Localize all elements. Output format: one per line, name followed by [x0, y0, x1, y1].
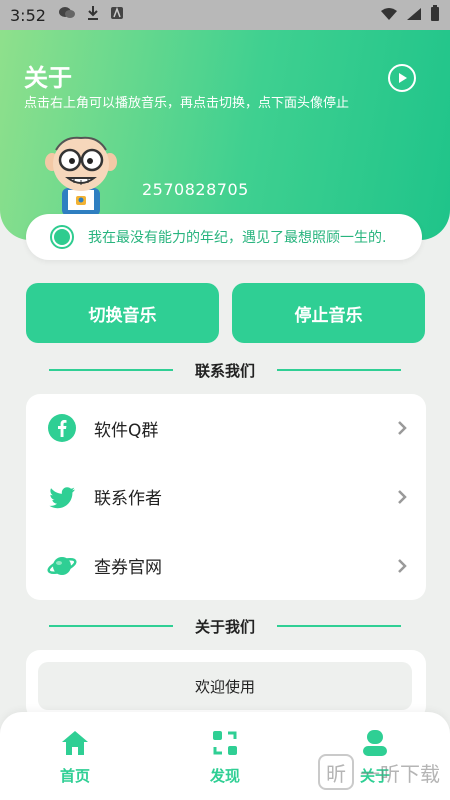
list-item-label: 联系作者	[94, 489, 162, 510]
twitter-icon	[46, 481, 78, 513]
page-title: 关于	[24, 64, 72, 92]
avatar[interactable]	[44, 134, 118, 218]
stop-music-button[interactable]: 停止音乐	[232, 283, 425, 343]
notification-a-icon	[110, 6, 124, 24]
divider-line	[277, 625, 401, 627]
list-item-contact-author[interactable]: 联系作者	[26, 463, 426, 532]
signal-icon	[406, 6, 422, 25]
qq-number: 2570828705	[142, 180, 249, 199]
contact-section-header: 联系我们	[0, 358, 450, 382]
divider-line	[48, 625, 173, 627]
status-time: 3:52	[10, 5, 46, 25]
home-icon	[62, 730, 88, 755]
list-item-coupon-site[interactable]: 查券官网	[26, 531, 426, 600]
welcome-button[interactable]: 欢迎使用	[38, 662, 412, 710]
play-icon	[399, 73, 407, 83]
nav-discover-label: 发现	[209, 766, 240, 785]
watermark-text: 一听下载	[360, 761, 440, 786]
status-bar: 3:52	[0, 0, 450, 30]
contact-list: 软件Q群 联系作者 查券官网	[26, 394, 426, 600]
list-item-label: 查券官网	[94, 558, 162, 579]
play-music-button[interactable]	[388, 64, 416, 92]
header-hint: 点击右上角可以播放音乐，再点击切换，点下面头像停止	[24, 96, 350, 111]
contact-section-title: 联系我们	[194, 361, 255, 380]
nav-discover[interactable]: 发现	[150, 712, 300, 800]
status-right-icons	[380, 5, 440, 25]
discover-icon	[213, 730, 237, 755]
nav-home[interactable]: 首页	[0, 712, 150, 800]
battery-icon	[430, 5, 440, 25]
watermark-logo: 昕	[318, 754, 354, 790]
list-item-label: 软件Q群	[94, 420, 159, 441]
list-item-qq-group[interactable]: 软件Q群	[26, 394, 426, 463]
nav-home-label: 首页	[59, 766, 90, 785]
watermark: 昕 一听下载	[318, 754, 440, 790]
about-section-header: 关于我们	[0, 614, 450, 638]
switch-music-button[interactable]: 切换音乐	[26, 283, 219, 343]
download-icon	[86, 5, 100, 25]
motto-text: 我在最没有能力的年纪，遇见了最想照顾一生的.	[88, 230, 387, 246]
wechat-icon	[58, 6, 76, 24]
wifi-icon	[380, 6, 398, 25]
divider-line	[48, 369, 173, 371]
facebook-icon	[46, 412, 78, 444]
about-section-title: 关于我们	[194, 617, 255, 636]
planet-icon	[46, 550, 78, 582]
profile-header: 关于 点击右上角可以播放音乐，再点击切换，点下面头像停止 2570828705	[0, 30, 450, 240]
chevron-right-icon	[398, 421, 407, 436]
chevron-right-icon	[398, 558, 407, 573]
chevron-right-icon	[398, 490, 407, 504]
divider-line	[277, 369, 401, 371]
motto-card: 我在最没有能力的年纪，遇见了最想照顾一生的.	[26, 214, 422, 260]
radio-dot-icon	[50, 225, 74, 249]
